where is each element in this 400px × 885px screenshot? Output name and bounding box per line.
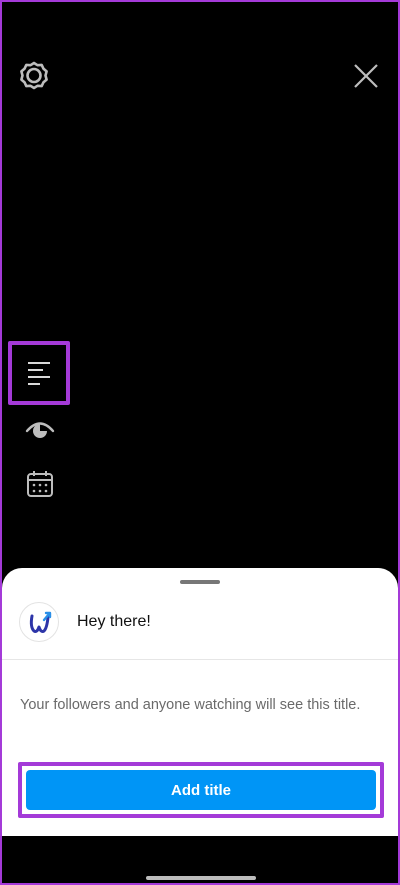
add-title-highlight: Add title: [18, 762, 384, 818]
add-title-sheet: Hey there! Your followers and anyone wat…: [2, 568, 398, 836]
close-icon[interactable]: [350, 60, 382, 92]
avatar: [19, 602, 59, 642]
profile-logo-icon: [29, 611, 52, 633]
sheet-drag-handle[interactable]: [180, 580, 220, 584]
live-setup-screen: Hey there! Your followers and anyone wat…: [2, 2, 398, 883]
title-lines-icon: [28, 362, 50, 385]
add-title-tool-button[interactable]: [8, 341, 70, 405]
divider: [2, 659, 398, 660]
calendar-icon[interactable]: [24, 468, 56, 500]
settings-gear-icon[interactable]: [16, 58, 52, 94]
home-indicator[interactable]: [146, 876, 256, 880]
add-title-button[interactable]: Add title: [26, 770, 376, 810]
username-label: Hey there!: [77, 613, 151, 630]
title-description: Your followers and anyone watching will …: [20, 697, 361, 713]
visibility-eye-icon[interactable]: [24, 414, 56, 446]
